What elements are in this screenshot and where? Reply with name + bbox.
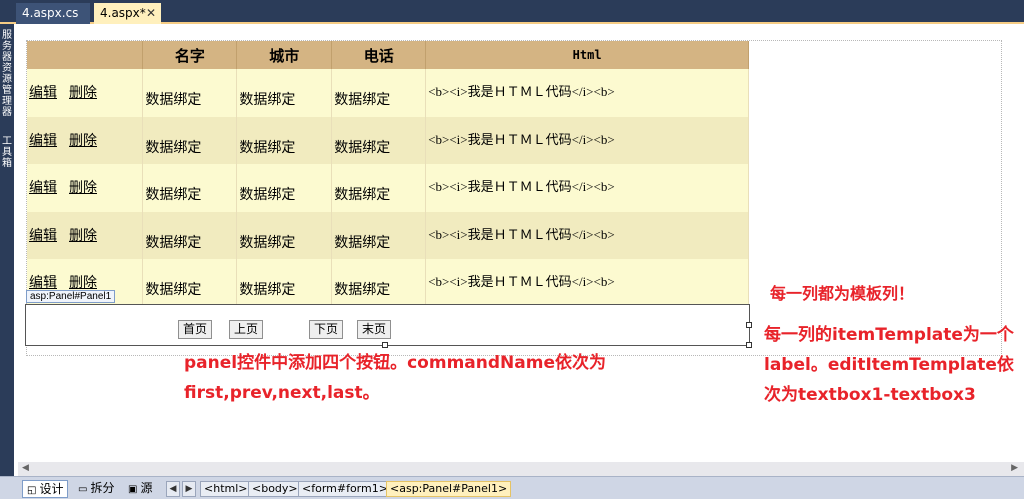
design-label: 设计 (39, 482, 64, 496)
header-cell-phone: 电话 (331, 41, 427, 69)
panel-smart-tag[interactable]: asp:Panel#Panel1 (26, 290, 116, 303)
annotation-item-template: 每一列的itemTemplate为一个label。editItemTemplat… (764, 325, 1014, 405)
tab-label: 4.aspx.cs (22, 6, 79, 20)
html-cell: <b><i>我是ＨＴＭＬ代码</i><b> (428, 179, 615, 195)
name-cell: 数据绑定 (145, 235, 202, 251)
phone-cell: 数据绑定 (334, 283, 391, 299)
toolbox-tab[interactable]: 工具箱 (1, 136, 13, 169)
name-cell: 数据绑定 (145, 93, 202, 108)
edit-link[interactable]: 编辑 (29, 134, 57, 149)
name-cell: 数据绑定 (145, 283, 202, 299)
scroll-left-icon[interactable]: ◀ (22, 463, 29, 473)
phone-cell: 数据绑定 (334, 235, 391, 251)
html-cell: <b><i>我是ＨＴＭＬ代码</i><b> (428, 131, 615, 147)
annotation-template-columns: 每一列都为模板列！ (770, 284, 915, 303)
phone-cell: 数据绑定 (334, 140, 391, 156)
city-cell: 数据绑定 (239, 235, 296, 251)
last-page-button[interactable]: 末页 (357, 320, 392, 339)
first-page-button[interactable]: 首页 (178, 320, 213, 339)
edit-link[interactable]: 编辑 (29, 229, 57, 244)
tab-aspx[interactable]: 4.aspx* ✕ (94, 3, 161, 24)
source-label: 源 (140, 481, 153, 495)
header-cell-name: 名字 (142, 41, 238, 69)
pager-panel[interactable]: 首页 上页 下页 末页 (25, 304, 752, 348)
nav-back-icon[interactable]: ◀ (166, 481, 180, 497)
table-row: 编辑 删除 数据绑定 数据绑定 数据绑定 <b><i>我是ＨＴＭＬ代码</i><b… (27, 116, 749, 165)
city-cell: 数据绑定 (239, 283, 296, 299)
header-cell-html: Html (425, 41, 749, 69)
left-tool-strip: 服务器资源管理器 工具箱 (0, 24, 14, 499)
table-row: 编辑 删除 数据绑定 数据绑定 数据绑定 <b><i>我是ＨＴＭＬ代码</i><b… (27, 164, 749, 212)
resize-handle-right[interactable] (746, 322, 752, 328)
header-cell-city: 城市 (236, 41, 333, 69)
delete-link[interactable]: 删除 (69, 134, 97, 149)
edit-link[interactable]: 编辑 (29, 181, 57, 196)
header-cell-actions (27, 41, 144, 69)
breadcrumb-html[interactable]: <html> (200, 481, 252, 497)
edit-link[interactable]: 编辑 (29, 86, 57, 101)
design-icon: ◱ (27, 485, 37, 496)
horizontal-scrollbar[interactable]: ◀ ▶ (18, 462, 1024, 476)
scroll-right-icon[interactable]: ▶ (1011, 463, 1018, 473)
name-cell: 数据绑定 (145, 140, 202, 156)
delete-link[interactable]: 删除 (69, 181, 97, 196)
delete-link[interactable]: 删除 (69, 229, 97, 244)
city-cell: 数据绑定 (239, 93, 296, 108)
phone-cell: 数据绑定 (334, 93, 391, 108)
name-cell: 数据绑定 (145, 188, 202, 204)
nav-forward-icon[interactable]: ▶ (182, 481, 196, 497)
split-label: 拆分 (90, 481, 115, 495)
table-row: 编辑 删除 数据绑定 数据绑定 数据绑定 <b><i>我是ＨＴＭＬ代码</i><b… (27, 259, 749, 307)
table-row: 编辑 删除 数据绑定 数据绑定 数据绑定 <b><i>我是ＨＴＭＬ代码</i><b… (27, 211, 749, 260)
source-icon: ▣ (128, 484, 138, 495)
server-explorer-tab[interactable]: 服务器资源管理器 (1, 30, 13, 118)
breadcrumb-body[interactable]: <body> (248, 481, 302, 497)
html-cell: <b><i>我是ＨＴＭＬ代码</i><b> (428, 274, 615, 290)
next-page-button[interactable]: 下页 (309, 320, 344, 339)
html-cell: <b><i>我是ＨＴＭＬ代码</i><b> (428, 84, 615, 99)
split-view-button[interactable]: ▭ 拆分 (74, 480, 118, 498)
city-cell: 数据绑定 (239, 188, 296, 204)
gridview[interactable]: 名字 城市 电话 Html 编辑 删除 数据绑定 数据绑定 数据绑定 <b><i>… (27, 41, 749, 307)
breadcrumb-form[interactable]: <form#form1> (298, 481, 392, 497)
view-bar: ◱ 设计 ▭ 拆分 ▣ 源 ◀ ▶ <html> <body> <form#form1… (0, 476, 1024, 499)
city-cell: 数据绑定 (239, 140, 296, 156)
prev-page-button[interactable]: 上页 (229, 320, 264, 339)
resize-handle-corner[interactable] (746, 342, 752, 348)
tab-aspx-cs[interactable]: 4.aspx.cs (16, 3, 90, 24)
delete-link[interactable]: 删除 (69, 86, 97, 101)
tab-label: 4.aspx* (100, 6, 146, 20)
breadcrumb-panel[interactable]: <asp:Panel#Panel1> (386, 481, 512, 497)
html-cell: <b><i>我是ＨＴＭＬ代码</i><b> (428, 226, 615, 242)
source-view-button[interactable]: ▣ 源 (124, 480, 156, 498)
split-icon: ▭ (78, 484, 88, 495)
annotation-text: panel控件中添加四个按钮。commandName依次为first,prev,… (184, 353, 606, 403)
design-view-button[interactable]: ◱ 设计 (22, 480, 69, 498)
document-tab-bar: 4.aspx.cs 4.aspx* ✕ (0, 0, 1024, 24)
table-row: 编辑 删除 数据绑定 数据绑定 数据绑定 <b><i>我是ＨＴＭＬ代码</i><b… (27, 69, 749, 117)
close-icon[interactable]: ✕ (146, 3, 156, 24)
phone-cell: 数据绑定 (334, 188, 391, 204)
grid-header-row: 名字 城市 电话 Html (27, 41, 749, 69)
annotation-panel-buttons: panel控件中添加四个按钮。commandName依次为first,prev,… (184, 348, 654, 408)
